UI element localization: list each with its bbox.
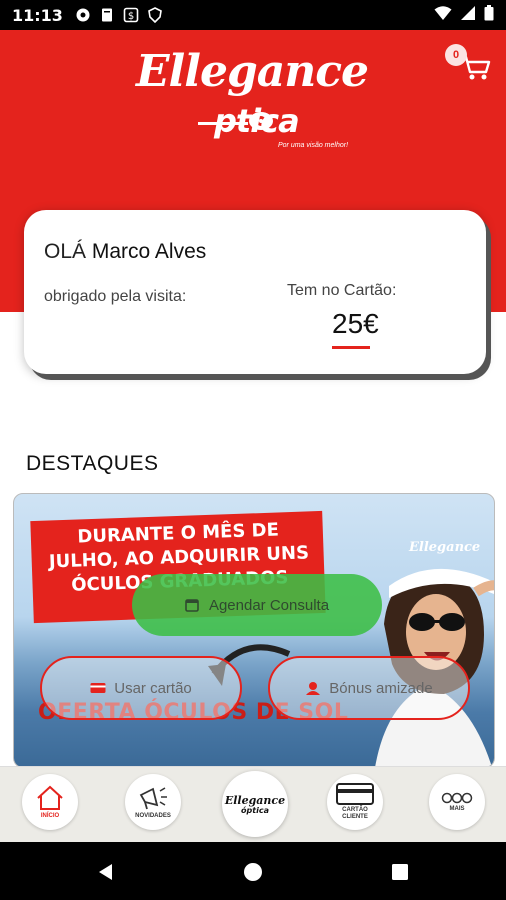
status-system-icons xyxy=(434,4,494,26)
balance-label: Tem no Cartão: xyxy=(287,282,397,299)
brand-logo-subtitle: ptica xyxy=(214,102,300,140)
document-notification-icon xyxy=(99,7,115,23)
promo-watermark: Ellegance xyxy=(409,540,481,555)
cart-button[interactable]: 0 xyxy=(445,44,491,84)
status-notification-icons: $ xyxy=(75,7,163,24)
nav-client-card-line2: CLIENTE xyxy=(342,814,368,820)
home-circle-icon[interactable] xyxy=(243,862,263,882)
shield-notification-icon xyxy=(147,7,163,24)
greeting-word: OLÁ xyxy=(44,240,87,263)
app-screen: 11:13 $ Ellegance ptica Por uma visão me… xyxy=(0,0,506,900)
calendar-icon xyxy=(185,598,199,612)
nav-brand-subtitle: óptica xyxy=(241,805,269,815)
bottom-navigation: INÍCIO NOVIDADES Ellegance óptica CARTÃO… xyxy=(0,766,506,842)
nav-home[interactable]: INÍCIO xyxy=(22,774,78,830)
status-bar: 11:13 $ xyxy=(0,0,506,30)
use-card-button[interactable]: Usar cartão xyxy=(40,656,242,720)
more-dots-icon xyxy=(441,792,473,803)
battery-icon xyxy=(484,4,494,26)
balance-underline xyxy=(332,346,370,349)
thanks-text: obrigado pela visita: xyxy=(44,288,187,305)
megaphone-icon xyxy=(139,786,167,809)
back-icon[interactable] xyxy=(96,862,116,882)
greeting: OLÁ Marco Alves xyxy=(44,240,206,264)
recents-icon[interactable] xyxy=(390,862,410,882)
balance-value: 25€ xyxy=(332,308,379,339)
svg-text:$: $ xyxy=(128,11,134,22)
brand-logo-name: Ellegance xyxy=(136,46,369,97)
credit-card-icon xyxy=(90,681,106,695)
brand-logo: Ellegance ptica Por uma visão melhor! xyxy=(136,46,369,156)
system-navigation-bar xyxy=(0,842,506,900)
friends-icon xyxy=(305,681,321,695)
highlights-title: DESTAQUES xyxy=(26,452,159,475)
nav-home-label: INÍCIO xyxy=(40,812,60,819)
cart-count-badge: 0 xyxy=(445,44,467,66)
chat-notification-icon xyxy=(75,7,91,23)
nav-client-card[interactable]: CARTÃO CLIENTE xyxy=(327,774,383,830)
schedule-consult-button[interactable]: Agendar Consulta xyxy=(132,574,382,636)
friend-bonus-button[interactable]: Bónus amizade xyxy=(268,656,470,720)
status-time: 11:13 xyxy=(12,5,63,25)
nav-more[interactable]: MAIS xyxy=(429,774,485,830)
home-icon xyxy=(37,785,63,810)
nav-more-label: MAIS xyxy=(449,805,465,812)
friend-bonus-label: Bónus amizade xyxy=(329,679,433,697)
use-card-label: Usar cartão xyxy=(114,679,192,697)
wifi-icon xyxy=(434,5,452,26)
client-card-icon xyxy=(336,783,374,805)
dollar-notification-icon: $ xyxy=(123,7,139,23)
nav-client-card-line1: CARTÃO xyxy=(342,807,368,813)
nav-news-label: NOVIDADES xyxy=(135,812,171,819)
nav-brand[interactable]: Ellegance óptica xyxy=(222,771,288,837)
user-name: Marco Alves xyxy=(91,240,207,263)
promo-model-image xyxy=(375,568,494,767)
nav-news[interactable]: NOVIDADES xyxy=(125,774,181,830)
brand-tagline: Por uma visão melhor! xyxy=(278,142,349,149)
schedule-consult-label: Agendar Consulta xyxy=(208,596,330,614)
signal-icon xyxy=(460,5,476,26)
welcome-card: OLÁ Marco Alves obrigado pela visita: Te… xyxy=(24,210,486,374)
